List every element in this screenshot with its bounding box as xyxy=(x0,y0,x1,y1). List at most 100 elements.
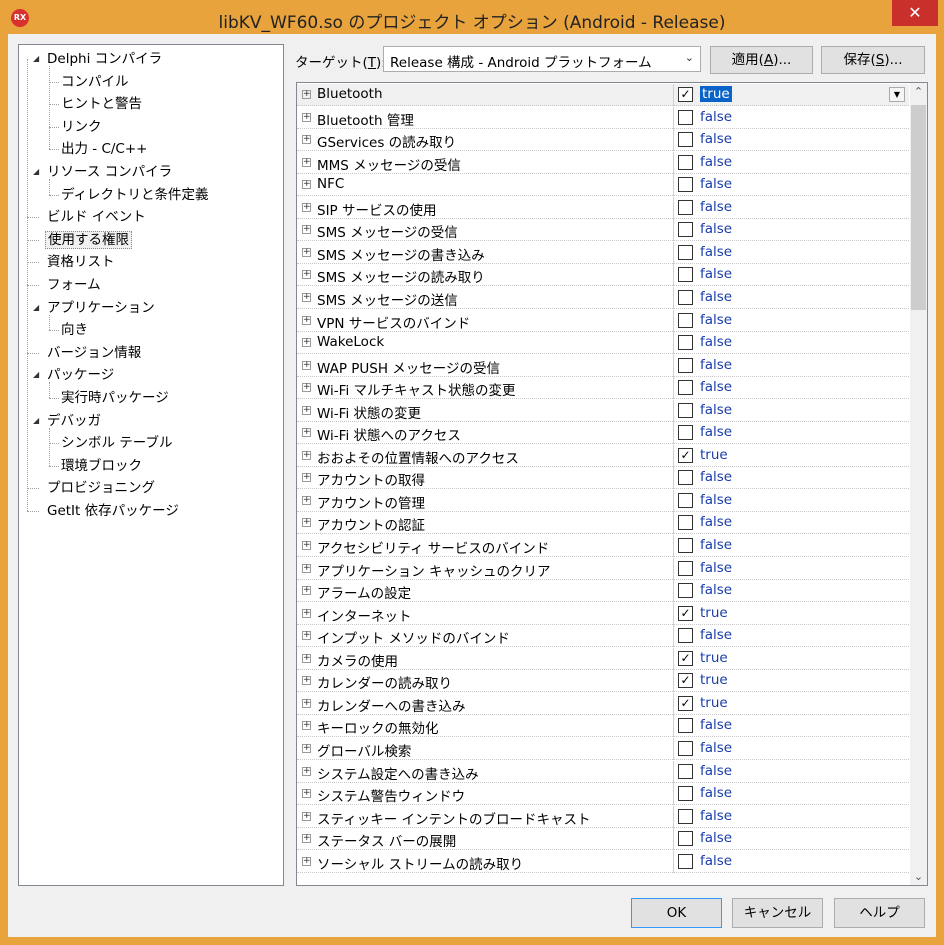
permission-checkbox[interactable] xyxy=(678,380,693,396)
permission-checkbox[interactable] xyxy=(678,808,693,824)
permission-checkbox[interactable] xyxy=(678,402,693,418)
tree-item[interactable]: コンパイル xyxy=(59,71,131,93)
expand-icon[interactable]: + xyxy=(302,90,311,99)
permission-row[interactable]: + SMS メッセージの書き込み false xyxy=(297,241,909,264)
permission-checkbox[interactable] xyxy=(678,357,693,373)
permission-row[interactable]: + カメラの使用 ✓ true xyxy=(297,647,909,670)
tree-item[interactable]: GetIt 依存パッケージ xyxy=(27,500,181,522)
permission-row[interactable]: + アカウントの取得 false xyxy=(297,467,909,490)
permission-checkbox[interactable] xyxy=(678,177,693,193)
expand-icon[interactable]: + xyxy=(302,856,311,866)
close-button[interactable]: ✕ xyxy=(892,0,938,26)
permission-row[interactable]: + SIP サービスの使用 false xyxy=(297,196,909,219)
vertical-scrollbar[interactable]: ⌃ ⌄ xyxy=(910,83,927,885)
permission-checkbox[interactable] xyxy=(678,109,693,125)
permission-row[interactable]: + Wi-Fi 状態の変更 false xyxy=(297,399,909,422)
expand-icon[interactable]: + xyxy=(302,676,311,686)
tree-item[interactable]: ヒントと警告 xyxy=(59,93,144,115)
permission-row[interactable]: + ソーシャル ストリームの読み取り false xyxy=(297,850,909,873)
expand-icon[interactable]: + xyxy=(302,338,311,348)
expand-icon[interactable]: + xyxy=(302,428,311,438)
expand-icon[interactable]: + xyxy=(302,292,311,302)
permission-checkbox[interactable] xyxy=(678,425,693,441)
permission-row[interactable]: + Bluetooth 管理 false xyxy=(297,106,909,129)
expand-icon[interactable]: + xyxy=(302,383,311,393)
expand-icon[interactable]: + xyxy=(302,721,311,731)
permission-checkbox[interactable] xyxy=(678,831,693,847)
permission-row[interactable]: + カレンダーの読み取り ✓ true xyxy=(297,670,909,693)
permission-checkbox[interactable]: ✓ xyxy=(678,695,693,711)
permission-checkbox[interactable] xyxy=(678,222,693,238)
tree-item[interactable]: 実行時パッケージ xyxy=(59,387,171,409)
tree-item[interactable]: ◢ アプリケーション xyxy=(33,297,157,319)
permission-checkbox[interactable] xyxy=(678,335,693,351)
expand-icon[interactable]: + xyxy=(302,766,311,776)
permission-row[interactable]: + システム警告ウィンドウ false xyxy=(297,783,909,806)
tree-item[interactable]: フォーム xyxy=(27,274,103,296)
permission-checkbox[interactable] xyxy=(678,492,693,508)
expand-icon[interactable]: + xyxy=(302,473,311,483)
tree-item[interactable]: ◢ パッケージ xyxy=(33,364,116,386)
tree-item[interactable]: プロビジョニング xyxy=(27,477,157,499)
tree-expander-icon[interactable]: ◢ xyxy=(33,48,45,70)
permission-row[interactable]: + GServices の読み取り false xyxy=(297,129,909,152)
permission-checkbox[interactable]: ✓ xyxy=(678,605,693,621)
permission-checkbox[interactable] xyxy=(678,154,693,170)
permission-checkbox[interactable]: ✓ xyxy=(678,87,693,102)
permission-row[interactable]: + ステータス バーの展開 false xyxy=(297,828,909,851)
permission-row[interactable]: + アプリケーション キャッシュのクリア false xyxy=(297,557,909,580)
permission-row[interactable]: + Wi-Fi マルチキャスト状態の変更 false xyxy=(297,377,909,400)
permission-row[interactable]: + システム設定への書き込み false xyxy=(297,760,909,783)
dropdown-arrow-icon[interactable]: ▼ xyxy=(889,87,905,102)
permission-row[interactable]: + グローバル検索 false xyxy=(297,737,909,760)
permission-checkbox[interactable]: ✓ xyxy=(678,650,693,666)
permission-row[interactable]: + SMS メッセージの送信 false xyxy=(297,286,909,309)
permission-row[interactable]: + NFC false xyxy=(297,174,909,197)
tree-item[interactable]: シンボル テーブル xyxy=(59,432,174,454)
tree-expander-icon[interactable]: ◢ xyxy=(33,161,45,183)
permission-checkbox[interactable] xyxy=(678,853,693,869)
expand-icon[interactable]: + xyxy=(302,698,311,708)
permission-row[interactable]: + SMS メッセージの読み取り false xyxy=(297,264,909,287)
help-button[interactable]: ヘルプ xyxy=(834,898,925,928)
expand-icon[interactable]: + xyxy=(302,135,311,145)
expand-icon[interactable]: + xyxy=(302,541,311,550)
permission-row[interactable]: + WAP PUSH メッセージの受信 false xyxy=(297,354,909,377)
permission-checkbox[interactable] xyxy=(678,740,693,756)
expand-icon[interactable]: + xyxy=(302,202,311,212)
expand-icon[interactable]: + xyxy=(302,789,311,799)
permission-row[interactable]: + スティッキー インテントのブロードキャスト false xyxy=(297,805,909,828)
permission-checkbox[interactable] xyxy=(678,199,693,215)
expand-icon[interactable]: + xyxy=(302,834,311,844)
permission-checkbox[interactable] xyxy=(678,538,693,553)
expand-icon[interactable]: + xyxy=(302,518,311,528)
tree-item[interactable]: 出力 - C/C++ xyxy=(59,138,149,160)
expand-icon[interactable]: + xyxy=(302,811,311,821)
target-select[interactable]: Release 構成 - Android プラットフォーム ⌄ xyxy=(383,46,701,72)
permission-checkbox[interactable] xyxy=(678,244,693,260)
tree-item[interactable]: ◢ リソース コンパイラ xyxy=(33,161,174,183)
expand-icon[interactable]: + xyxy=(302,405,311,415)
tree-expander-icon[interactable]: ◢ xyxy=(33,364,45,386)
cancel-button[interactable]: キャンセル xyxy=(732,898,823,928)
permission-row[interactable]: + Bluetooth ✓ true ▼ xyxy=(297,84,909,106)
permission-checkbox[interactable] xyxy=(678,763,693,779)
expand-icon[interactable]: + xyxy=(302,586,311,596)
expand-icon[interactable]: + xyxy=(302,112,311,122)
tree-item[interactable]: ◢ デバッガ xyxy=(33,410,103,432)
expand-icon[interactable]: + xyxy=(302,360,311,370)
permission-checkbox[interactable] xyxy=(678,515,693,531)
ok-button[interactable]: OK xyxy=(631,898,722,928)
tree-item[interactable]: ◢ Delphi コンパイラ xyxy=(33,48,164,70)
expand-icon[interactable]: + xyxy=(302,631,311,641)
save-button[interactable]: 保存(S)... xyxy=(821,46,925,74)
permission-row[interactable]: + アカウントの管理 false xyxy=(297,489,909,512)
permission-row[interactable]: + アカウントの認証 false xyxy=(297,512,909,535)
expand-icon[interactable]: + xyxy=(302,225,311,235)
permission-row[interactable]: + キーロックの無効化 false xyxy=(297,715,909,738)
tree-expander-icon[interactable]: ◢ xyxy=(33,410,45,432)
expand-icon[interactable]: + xyxy=(302,495,311,505)
tree-item[interactable]: ディレクトリと条件定義 xyxy=(59,184,211,206)
permission-row[interactable]: + MMS メッセージの受信 false xyxy=(297,151,909,174)
permissions-grid[interactable]: + ソーシャル ストリームの読み取り false + ステータス バーの展開 false +… xyxy=(296,82,928,886)
